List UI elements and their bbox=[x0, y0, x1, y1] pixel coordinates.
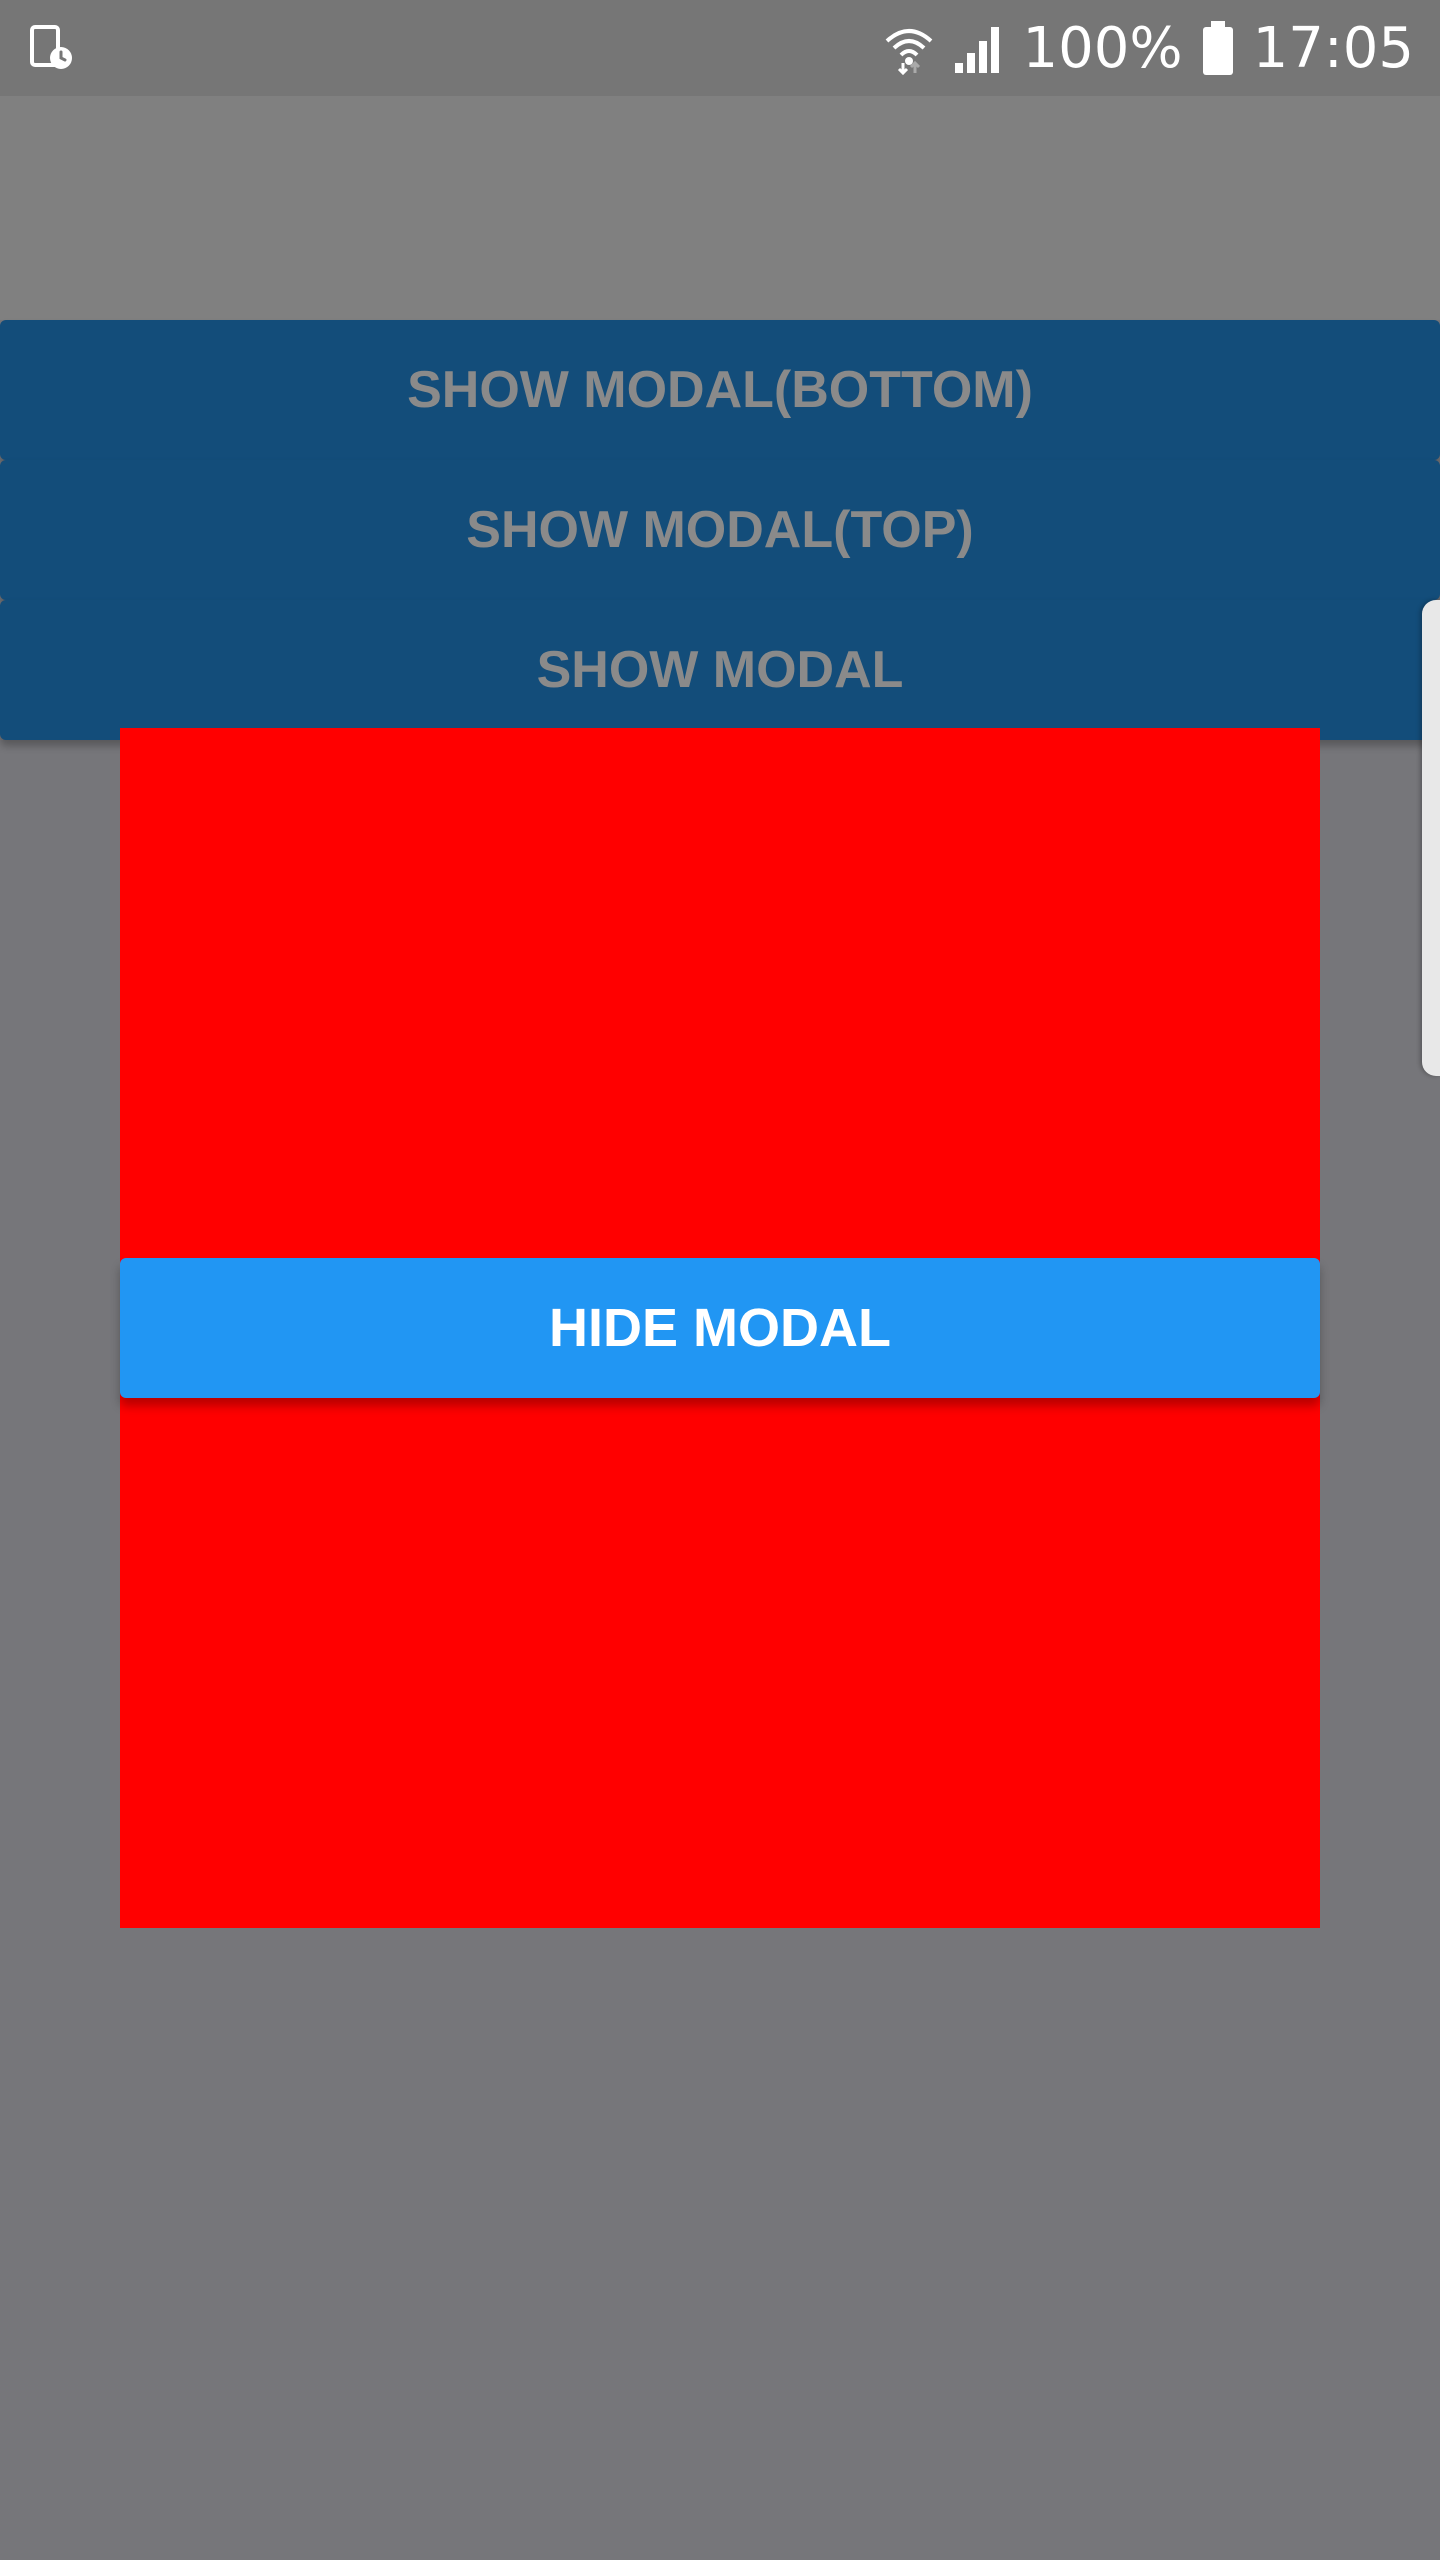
button-stack: SHOW MODAL(BOTTOM) SHOW MODAL(TOP) SHOW … bbox=[0, 320, 1440, 740]
edge-panel-handle[interactable] bbox=[1422, 600, 1440, 1076]
wifi-icon bbox=[883, 23, 935, 75]
show-modal-label: SHOW MODAL bbox=[536, 641, 904, 699]
show-modal-top-button[interactable]: SHOW MODAL(TOP) bbox=[0, 460, 1440, 600]
show-modal-bottom-button[interactable]: SHOW MODAL(BOTTOM) bbox=[0, 320, 1440, 460]
hide-modal-label: HIDE MODAL bbox=[549, 1298, 891, 1358]
show-modal-bottom-label: SHOW MODAL(BOTTOM) bbox=[407, 361, 1033, 419]
modal-dialog: HIDE MODAL bbox=[120, 728, 1320, 1928]
hide-modal-button[interactable]: HIDE MODAL bbox=[120, 1258, 1320, 1398]
status-right-group: 100% 17:05 bbox=[883, 16, 1414, 81]
battery-percent: 100% bbox=[1022, 16, 1183, 81]
cell-signal-icon bbox=[953, 23, 1005, 75]
battery-full-icon bbox=[1201, 21, 1235, 77]
show-modal-top-label: SHOW MODAL(TOP) bbox=[466, 501, 974, 559]
screen-timer-icon bbox=[28, 24, 76, 72]
status-time: 17:05 bbox=[1252, 16, 1414, 81]
app-header-area bbox=[0, 96, 1440, 320]
status-bar: 100% 17:05 bbox=[0, 0, 1440, 96]
show-modal-button[interactable]: SHOW MODAL bbox=[0, 600, 1440, 740]
